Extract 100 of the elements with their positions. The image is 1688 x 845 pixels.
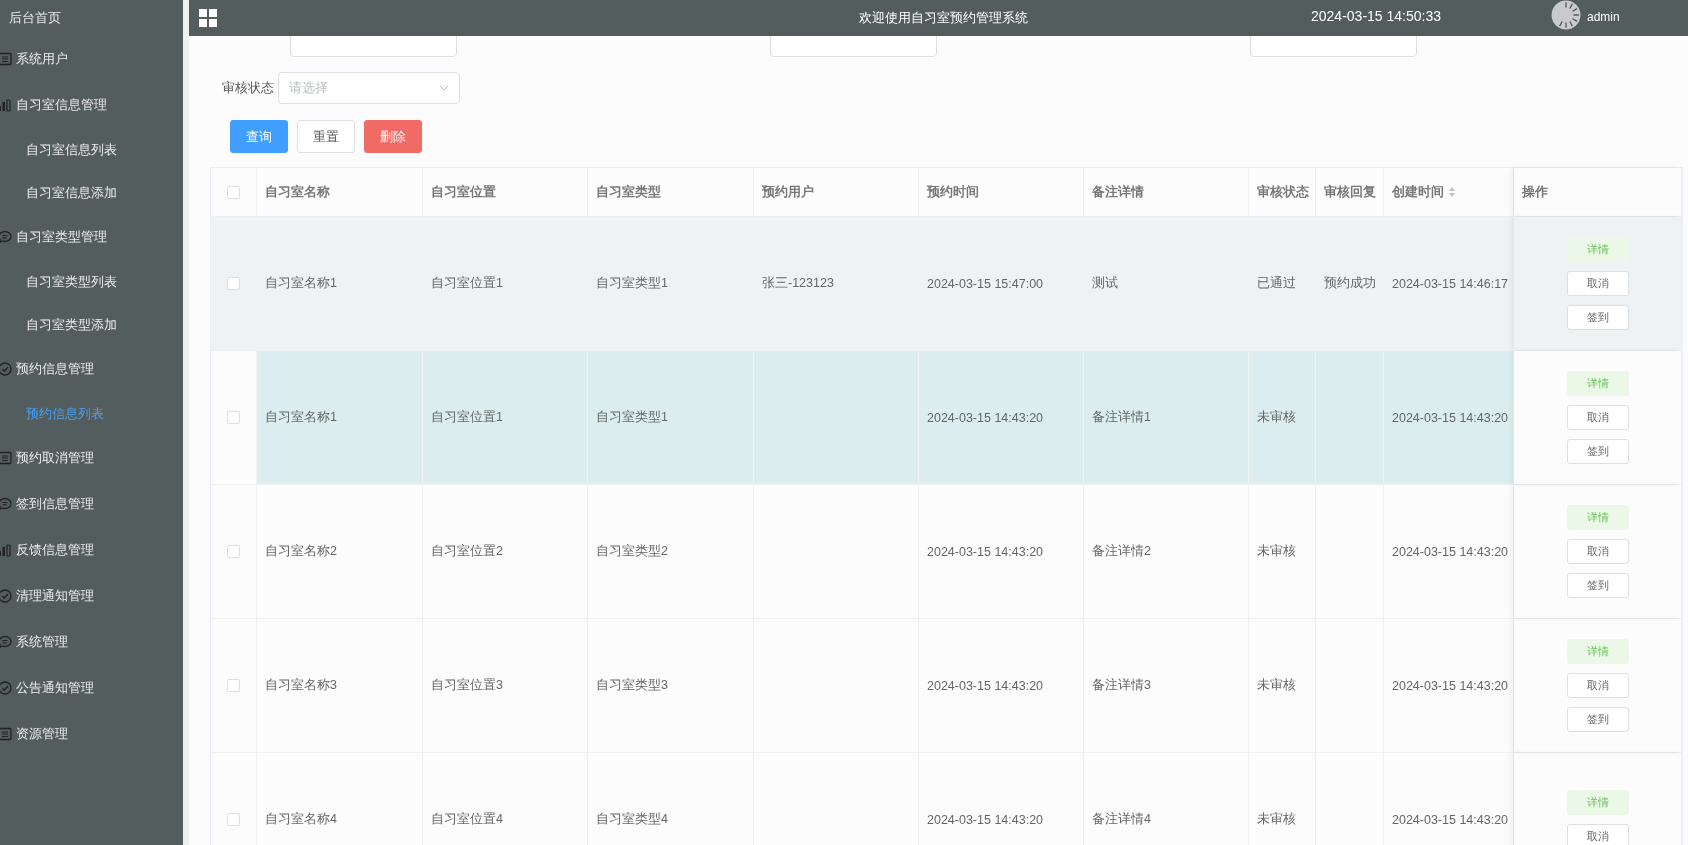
table-cell: 自习室位置4 [431,811,503,828]
sidebar-item-label: 反馈信息管理 [16,541,94,559]
app-title: 欢迎使用自习室预约管理系统 [859,9,1028,27]
sidebar-item-label: 系统管理 [16,633,68,651]
table-cell: 自习室位置1 [431,275,503,292]
row-action-button[interactable]: 取消 [1566,405,1629,430]
list-icon [0,727,12,741]
sidebar-item[interactable]: 清理通知管理 [0,573,183,619]
sidebar-subitem[interactable]: 自习室信息列表 [0,128,183,171]
sidebar-item-label: 签到信息管理 [16,495,94,513]
column-header: 操作 [1522,183,1548,201]
sort-icon[interactable] [1448,186,1456,198]
table-cell: 2024-03-15 14:43:20 [927,410,1044,425]
filter-label: 审核状态 [222,79,275,97]
table-row[interactable]: 自习室名称1 自习室位置1 自习室类型1 张三-123123 2024-03-15 15:47:00 测试 已通过 预约成功 2024-03-15 14:46:17 详情 取消 签到 [211,217,1682,351]
sidebar-item-label: 系统用户 [16,50,68,68]
column-header[interactable]: 自习室名称 [257,168,423,216]
row-action-button[interactable]: 取消 [1566,271,1629,296]
user-name[interactable]: admin [1587,10,1620,24]
row-checkbox[interactable] [227,411,240,424]
table-cell: 2024-03-15 14:43:20 [1392,544,1509,559]
table-cell: 2024-03-15 15:47:00 [927,276,1044,291]
sidebar-item[interactable]: 预约取消管理 [0,435,183,481]
bar-chart-icon [0,98,12,112]
row-action-button[interactable]: 签到 [1566,305,1629,330]
column-header[interactable]: 自习室类型 [588,168,754,216]
row-action-button[interactable]: 取消 [1566,539,1629,564]
table-cell: 张三-123123 [762,275,834,292]
column-header[interactable]: 审核状态 [1249,168,1316,216]
date-time: 2024-03-15 14:50:33 [1311,8,1441,24]
column-header[interactable]: 备注详情 [1084,168,1249,216]
table-cell: 自习室类型1 [596,409,668,426]
list-icon [0,451,12,465]
row-checkbox[interactable] [227,545,240,558]
table-cell: 2024-03-15 14:43:20 [927,678,1044,693]
sidebar-item[interactable]: 系统管理 [0,619,183,665]
table-row[interactable]: 自习室名称4 自习室位置4 自习室类型4 2024-03-15 14:43:20 备注详情4 未审核 2024-03-15 14:43:20 详情 取消 [211,753,1682,845]
sidebar-item[interactable]: 系统用户 [0,36,183,82]
action-button[interactable]: 重置 [297,120,355,153]
row-action-button[interactable]: 签到 [1566,573,1629,598]
sidebar-item[interactable]: 反馈信息管理 [0,527,183,573]
sidebar-item-label: 资源管理 [16,725,68,743]
table-cell: 测试 [1092,275,1118,292]
table-cell: 自习室名称1 [265,275,337,292]
table-cell: 自习室名称2 [265,543,337,560]
table-cell: 备注详情4 [1092,811,1151,828]
chat-icon [0,635,12,649]
column-header[interactable]: 预约用户 [754,168,919,216]
table-cell: 自习室类型3 [596,677,668,694]
avatar-icon[interactable] [1551,0,1581,30]
table-cell: 2024-03-15 14:43:20 [927,812,1044,827]
table-cell: 自习室名称1 [265,409,337,426]
sidebar-item[interactable]: 公告通知管理 [0,665,183,711]
row-action-button[interactable]: 签到 [1566,439,1629,464]
table-cell: 自习室名称4 [265,811,337,828]
sidebar-item-label: 公告通知管理 [16,679,94,697]
chat-icon [0,230,12,244]
table-cell: 自习室位置2 [431,543,503,560]
row-action-button[interactable]: 取消 [1566,824,1629,845]
sidebar-item-label: 清理通知管理 [16,587,94,605]
table-cell: 未审核 [1257,677,1296,694]
table-cell: 自习室类型4 [596,811,668,828]
sidebar-item-label: 预约取消管理 [16,449,94,467]
select-all-checkbox[interactable] [227,185,240,199]
table-row[interactable]: 自习室名称1 自习室位置1 自习室类型1 2024-03-15 14:43:20 备注详情1 未审核 2024-03-15 14:43:20 详情 取消 签到 [211,351,1682,485]
grid-menu-icon[interactable] [199,9,217,27]
table-cell: 备注详情2 [1092,543,1151,560]
sidebar-item[interactable]: 自习室类型管理 [0,214,183,260]
sidebar-item[interactable]: 自习室信息管理 [0,82,183,128]
sidebar-subitem[interactable]: 自习室类型添加 [0,303,183,346]
table-row[interactable]: 自习室名称3 自习室位置3 自习室类型3 2024-03-15 14:43:20 备注详情3 未审核 2024-03-15 14:43:20 详情 取消 签到 [211,619,1682,753]
column-header[interactable]: 审核回复 [1316,168,1384,216]
sidebar-subitem[interactable]: 自习室类型列表 [0,260,183,303]
column-header[interactable]: 自习室位置 [423,168,588,216]
row-checkbox[interactable] [227,679,240,692]
sidebar-item[interactable]: 预约信息管理 [0,346,183,392]
sidebar-item-label: 预约信息管理 [16,360,94,378]
chevron-down-icon [439,85,449,91]
sidebar-subitem[interactable]: 自习室信息添加 [0,171,183,214]
bar-chart-icon [0,543,12,557]
table-cell: 自习室类型1 [596,275,668,292]
table-row[interactable]: 自习室名称2 自习室位置2 自习室类型2 2024-03-15 14:43:20 备注详情2 未审核 2024-03-15 14:43:20 详情 取消 签到 [211,485,1682,619]
row-action-button[interactable]: 签到 [1566,707,1629,732]
table-cell: 备注详情3 [1092,677,1151,694]
sidebar-item[interactable]: 后台首页 [0,0,183,36]
table-cell: 2024-03-15 14:43:20 [927,544,1044,559]
column-header[interactable]: 预约时间 [919,168,1084,216]
table-cell: 已通过 [1257,275,1296,292]
table-cell: 未审核 [1257,811,1296,828]
column-header[interactable]: 创建时间 [1384,168,1514,216]
sidebar-item[interactable]: 资源管理 [0,711,183,757]
row-action-button[interactable]: 取消 [1566,673,1629,698]
chat-icon [0,497,12,511]
table-cell: 2024-03-15 14:46:17 [1392,276,1509,291]
table-cell: 2024-03-15 14:43:20 [1392,678,1509,693]
row-checkbox[interactable] [227,813,240,826]
sidebar-item[interactable]: 签到信息管理 [0,481,183,527]
row-checkbox[interactable] [227,277,240,290]
table-cell: 预约成功 [1324,275,1376,292]
table-cell: 未审核 [1257,543,1296,560]
